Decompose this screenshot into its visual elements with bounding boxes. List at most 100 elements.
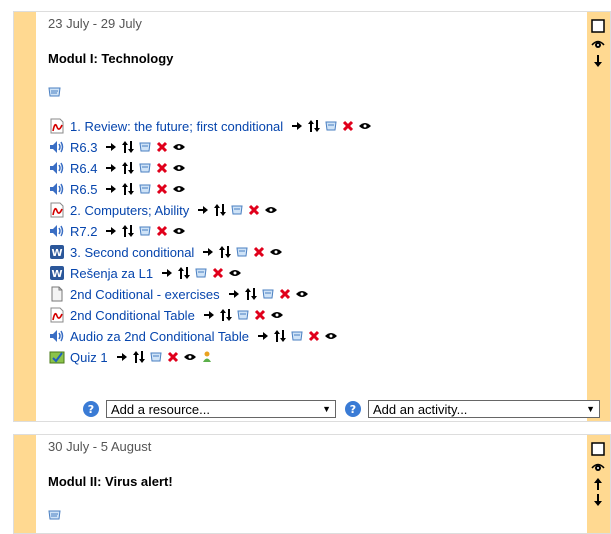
activity-link[interactable]: 3. Second conditional (70, 245, 194, 260)
activity-link[interactable]: 2. Computers; Ability (70, 203, 189, 218)
move-icon[interactable] (122, 140, 135, 154)
activity-link[interactable]: Quiz 1 (70, 350, 108, 365)
edit-icon[interactable] (291, 329, 303, 343)
delete-icon[interactable] (156, 161, 168, 175)
delete-icon[interactable] (342, 119, 354, 133)
eye-icon[interactable] (359, 119, 372, 133)
move-icon[interactable] (219, 308, 232, 322)
edit-icon[interactable] (262, 287, 274, 301)
audio-icon[interactable] (48, 180, 66, 198)
add-activity-select[interactable]: Add an activity... ▼ (368, 400, 600, 418)
move-icon[interactable] (132, 350, 145, 364)
edit-icon[interactable] (237, 308, 249, 322)
activity-link[interactable]: R6.5 (70, 182, 97, 197)
move-right-icon[interactable] (228, 287, 240, 301)
edit-icon[interactable] (236, 245, 248, 259)
move-right-icon[interactable] (105, 182, 117, 196)
move-right-icon[interactable] (203, 308, 215, 322)
eye-icon[interactable] (295, 287, 308, 301)
activity-link[interactable]: R6.4 (70, 161, 97, 176)
help-icon[interactable]: ? (82, 400, 100, 418)
eye-icon[interactable] (173, 161, 186, 175)
move-icon[interactable] (274, 329, 287, 343)
eye-icon[interactable] (173, 140, 186, 154)
edit-icon[interactable] (139, 140, 152, 154)
highlight-square-icon[interactable] (591, 442, 605, 459)
delete-icon[interactable] (156, 182, 168, 196)
audio-icon[interactable] (48, 327, 66, 345)
move-right-icon[interactable] (116, 350, 128, 364)
move-right-icon[interactable] (105, 140, 117, 154)
move-icon[interactable] (219, 245, 232, 259)
activity-controls (161, 266, 246, 280)
edit-summary-icon[interactable] (48, 86, 62, 101)
edit-icon[interactable] (231, 203, 243, 217)
edit-icon[interactable] (139, 161, 152, 175)
edit-icon[interactable] (150, 350, 162, 364)
eye-icon[interactable] (325, 329, 338, 343)
pdf-icon[interactable] (48, 201, 66, 219)
audio-icon[interactable] (48, 222, 66, 240)
highlight-square-icon[interactable] (591, 19, 605, 36)
audio-icon[interactable] (48, 138, 66, 156)
move-right-icon[interactable] (161, 266, 173, 280)
move-icon[interactable] (178, 266, 191, 280)
move-right-icon[interactable] (105, 224, 117, 238)
eye-icon[interactable] (270, 245, 283, 259)
activity-link[interactable]: 2nd Conditional Table (70, 308, 195, 323)
edit-summary-icon[interactable] (48, 509, 62, 524)
activity-link[interactable]: R6.3 (70, 140, 97, 155)
activity-row: 2nd Coditional - exercises (48, 284, 313, 304)
delete-icon[interactable] (253, 245, 265, 259)
eye-icon[interactable] (229, 266, 242, 280)
edit-icon[interactable] (195, 266, 207, 280)
move-icon[interactable] (214, 203, 227, 217)
word-icon[interactable]: W (48, 264, 66, 282)
pdf-icon[interactable] (48, 306, 66, 324)
activity-link[interactable]: R7.2 (70, 224, 97, 239)
move-right-icon[interactable] (291, 119, 303, 133)
activity-link[interactable]: 1. Review: the future; first conditional (70, 119, 283, 134)
page-icon[interactable] (48, 285, 66, 303)
delete-icon[interactable] (308, 329, 320, 343)
move-down-icon[interactable] (593, 54, 603, 71)
eye-icon[interactable] (591, 37, 605, 54)
edit-icon[interactable] (139, 182, 152, 196)
activity-link[interactable]: Rešenja za L1 (70, 266, 153, 281)
quiz-icon[interactable] (48, 348, 66, 366)
move-down-icon[interactable] (593, 493, 603, 510)
edit-icon[interactable] (325, 119, 337, 133)
edit-icon[interactable] (139, 224, 152, 238)
move-icon[interactable] (308, 119, 321, 133)
move-icon[interactable] (122, 224, 135, 238)
delete-icon[interactable] (248, 203, 260, 217)
add-resource-select[interactable]: Add a resource... ▼ (106, 400, 336, 418)
activity-link[interactable]: 2nd Coditional - exercises (70, 287, 220, 302)
eye-icon[interactable] (173, 182, 186, 196)
move-right-icon[interactable] (197, 203, 209, 217)
move-icon[interactable] (244, 287, 257, 301)
group-icon[interactable] (201, 350, 213, 364)
eye-icon[interactable] (591, 460, 605, 477)
word-icon[interactable]: W (48, 243, 66, 261)
move-right-icon[interactable] (202, 245, 214, 259)
help-icon[interactable]: ? (344, 400, 362, 418)
move-icon[interactable] (122, 182, 135, 196)
move-icon[interactable] (122, 161, 135, 175)
delete-icon[interactable] (156, 224, 168, 238)
pdf-icon[interactable] (48, 117, 66, 135)
delete-icon[interactable] (279, 287, 291, 301)
move-up-icon[interactable] (593, 477, 603, 494)
eye-icon[interactable] (173, 224, 186, 238)
move-right-icon[interactable] (257, 329, 269, 343)
eye-icon[interactable] (270, 308, 283, 322)
activity-link[interactable]: Audio za 2nd Conditional Table (70, 329, 249, 344)
audio-icon[interactable] (48, 159, 66, 177)
eye-icon[interactable] (183, 350, 196, 364)
delete-icon[interactable] (254, 308, 266, 322)
move-right-icon[interactable] (105, 161, 117, 175)
eye-icon[interactable] (265, 203, 278, 217)
delete-icon[interactable] (212, 266, 224, 280)
delete-icon[interactable] (167, 350, 179, 364)
delete-icon[interactable] (156, 140, 168, 154)
